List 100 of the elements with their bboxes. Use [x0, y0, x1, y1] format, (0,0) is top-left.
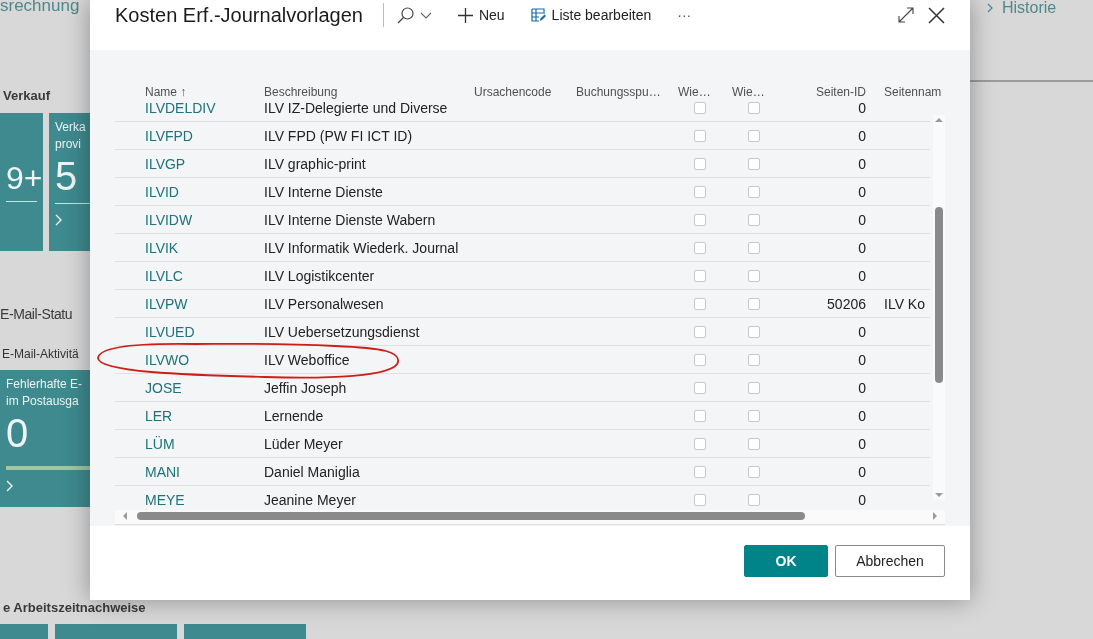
column-header[interactable]: Wie… [678, 85, 732, 99]
name-link[interactable]: ILVFPD [145, 127, 264, 144]
name-link[interactable]: LER [145, 407, 264, 424]
table-cell-text: ILV Personalwesen [264, 295, 385, 312]
name-link[interactable]: ILVID [145, 183, 264, 200]
new-button[interactable]: Neu [457, 7, 505, 23]
checkbox[interactable] [748, 241, 760, 254]
column-header[interactable]: Seiten-ID [786, 85, 866, 99]
section-subheading: E-Mail-Aktivitä [2, 346, 79, 362]
checkbox[interactable] [694, 241, 706, 254]
name-link[interactable]: JOSE [145, 379, 264, 396]
table-cell-text: ILV IZ-Delegierte und Diverse [264, 102, 449, 116]
checkbox[interactable] [694, 129, 706, 142]
history-link[interactable]: Historie [1002, 0, 1057, 16]
chevron-right-icon[interactable] [6, 480, 14, 492]
column-header[interactable]: Wie… [732, 85, 786, 99]
checkbox[interactable] [748, 129, 760, 142]
checkbox[interactable] [694, 325, 706, 338]
table-cell-text: ILV Interne Dienste [264, 183, 384, 200]
column-header[interactable]: Buchungsspu… [576, 85, 678, 99]
checkbox[interactable] [694, 493, 706, 506]
column-header[interactable]: Ursachencode [474, 85, 576, 99]
edit-list-button[interactable]: Liste bearbeiten [530, 7, 652, 23]
tile[interactable]: 9+ [0, 113, 43, 251]
table-cell-text: ILV Logistikcenter [264, 267, 376, 284]
column-header[interactable]: Seitennam [884, 85, 950, 99]
name-link[interactable]: ILVIK [145, 239, 264, 256]
table-cell-text: Jeffin Joseph [264, 379, 348, 396]
checkbox[interactable] [694, 409, 706, 422]
name-link[interactable]: ILVDELDIV [145, 102, 264, 116]
checkbox[interactable] [748, 213, 760, 226]
column-header[interactable]: Beschreibung [264, 85, 474, 99]
tile-caption: Verka [55, 119, 86, 136]
table-cell-text: 0 [857, 211, 866, 228]
tile-value: 9+ [6, 159, 43, 197]
name-link[interactable]: LÜM [145, 435, 264, 452]
more-button[interactable]: ··· [677, 7, 692, 23]
name-link[interactable]: ILVWO [145, 351, 264, 368]
checkbox[interactable] [694, 185, 706, 198]
checkbox[interactable] [694, 213, 706, 226]
checkbox[interactable] [748, 409, 760, 422]
table-cell-text: ILV Uebersetzungsdienst [264, 323, 421, 340]
checkbox[interactable] [748, 353, 760, 366]
checkbox[interactable] [748, 465, 760, 478]
tile-value: 5 [55, 153, 78, 199]
checkbox[interactable] [748, 493, 760, 506]
table-cell-text: 0 [857, 239, 866, 256]
table-cell-text: 0 [857, 267, 866, 284]
vertical-scrollbar[interactable] [933, 115, 945, 500]
tile-caption: im Postausga [6, 393, 79, 410]
checkbox[interactable] [694, 157, 706, 170]
checkbox[interactable] [694, 465, 706, 478]
checkbox[interactable] [748, 381, 760, 394]
checkbox[interactable] [748, 102, 760, 114]
checkbox[interactable] [748, 269, 760, 282]
checkbox[interactable] [748, 297, 760, 310]
name-link[interactable]: ILVPW [145, 295, 264, 312]
checkbox[interactable] [694, 297, 706, 310]
table-cell-text: 0 [857, 102, 866, 116]
name-link[interactable]: ILVLC [145, 267, 264, 284]
search-button[interactable] [396, 6, 432, 24]
checkbox[interactable] [694, 381, 706, 394]
section-heading: Verkauf [3, 88, 50, 104]
checkbox[interactable] [748, 185, 760, 198]
cancel-button[interactable]: Abbrechen [835, 545, 945, 577]
table-cell-text: Lernende [264, 407, 325, 424]
checkbox[interactable] [694, 353, 706, 366]
name-link[interactable]: ILVGP [145, 155, 264, 172]
plus-icon [457, 7, 473, 23]
checkbox[interactable] [694, 269, 706, 282]
table-cell-text: ILV graphic-print [264, 155, 367, 172]
chevron-right-icon[interactable] [55, 214, 63, 226]
checkbox[interactable] [748, 325, 760, 338]
table-cell-text: 0 [857, 351, 866, 368]
table-edit-icon [530, 8, 546, 22]
column-header[interactable]: Name ↑ [145, 85, 264, 99]
table-cell-text: 0 [857, 407, 866, 424]
table-cell-text: 0 [857, 491, 866, 508]
close-button[interactable] [928, 6, 945, 24]
checkbox[interactable] [748, 157, 760, 170]
table-cell-text: 0 [857, 379, 866, 396]
table-cell-text: 0 [857, 127, 866, 144]
ok-button[interactable]: OK [744, 545, 828, 577]
checkbox[interactable] [694, 102, 706, 114]
name-link[interactable]: ILVUED [145, 323, 264, 340]
expand-button[interactable] [898, 7, 914, 23]
name-link[interactable]: MEYE [145, 491, 264, 508]
table-cell-text: Jeanine Meyer [264, 491, 357, 508]
tile-value: 0 [6, 410, 29, 456]
checkbox[interactable] [694, 437, 706, 450]
table-cell-text: 0 [857, 435, 866, 452]
table-cell-text: 0 [857, 463, 866, 480]
horizontal-scrollbar[interactable] [115, 510, 945, 525]
name-link[interactable]: MANI [145, 463, 264, 480]
name-link[interactable]: ILVIDW [145, 211, 264, 228]
table-cell-text: ILV FPD (PW FI ICT ID) [264, 127, 414, 144]
section-heading: E-Mail-Statu [0, 305, 73, 324]
tile-caption: provi [55, 136, 81, 153]
chevron-right-icon [987, 3, 993, 13]
checkbox[interactable] [748, 437, 760, 450]
